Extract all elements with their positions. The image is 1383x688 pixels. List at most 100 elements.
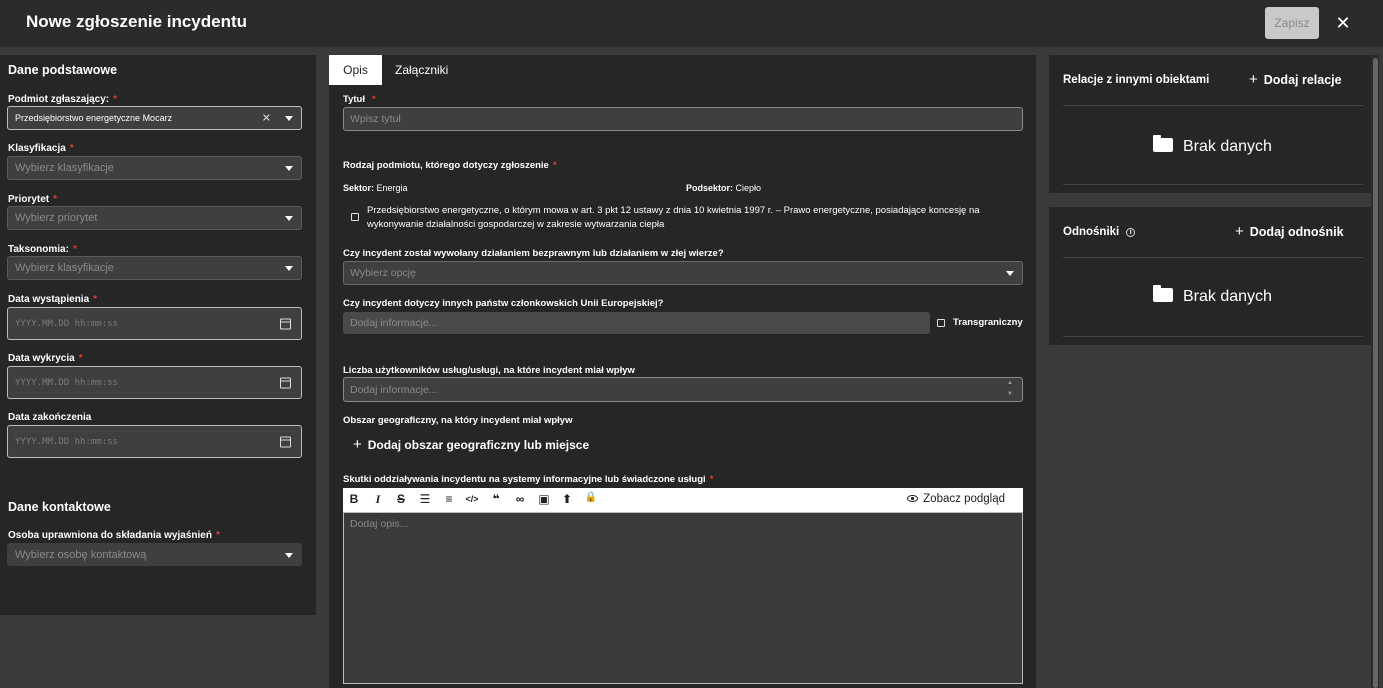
eu-label: Czy incydent dotyczy innych państw człon… [343,298,664,309]
sector-text: Sektor: Energia [343,183,408,193]
add-link-button[interactable]: + Dodaj odnośnik [1235,223,1344,240]
users-placeholder: Dodaj informacje... [350,383,438,396]
folder-open-icon [1153,285,1173,302]
unlawful-placeholder: Wybierz opcję [350,267,416,279]
plus-icon: + [353,436,362,453]
basic-data-title: Dane podstawowe [8,63,118,77]
ended-date-label: Data zakończenia [8,412,92,423]
reporter-select[interactable]: Przedsiębiorstwo energetyczne Mocarz ✕ [7,106,302,130]
chevron-down-icon [285,166,293,171]
title-input[interactable]: Wpisz tytuł [343,107,1023,131]
priority-placeholder: Wybierz priorytet [15,212,98,224]
divider [1063,105,1363,106]
contact-data-title: Dane kontaktowe [8,500,111,514]
chevron-down-icon [1006,271,1014,276]
spinner-up-icon[interactable]: ▲ [1007,380,1013,386]
taxonomy-select[interactable]: Wybierz klasyfikacje [7,256,302,280]
description-editor[interactable]: Dodaj opis... [343,512,1023,684]
users-label: Liczba użytkowników usług/usługi, na któ… [343,365,635,376]
occurred-date-label: Data wystąpienia * [8,294,98,305]
crossborder-label: Transgraniczny [953,317,1023,328]
eu-placeholder: Dodaj informacje... [350,317,438,329]
entity-type-label: Rodzaj podmiotu, którego dotyczy zgłosze… [343,160,557,171]
link-icon[interactable]: ∞ [513,492,527,506]
detected-date-input[interactable]: YYYY.MM.DD hh:mm:ss [7,366,302,399]
relations-title: Relacje z innymi obiektami [1063,74,1210,86]
divider [1063,184,1363,185]
chevron-down-icon [285,216,293,221]
info-icon[interactable]: i [1126,228,1136,237]
add-geo-button[interactable]: + Dodaj obszar geograficzny lub miejsce [353,436,589,453]
geo-label: Obszar geograficzny, na który incydent m… [343,415,573,426]
date-placeholder: YYYY.MM.DD hh:mm:ss [15,436,118,447]
impact-label: Skutki oddziaływania incydentu na system… [343,474,714,485]
detected-date-label: Data wykrycia * [8,353,83,364]
calendar-icon[interactable] [280,436,291,447]
quote-icon[interactable]: ❝ [489,492,503,506]
crossborder-checkbox[interactable] [937,319,945,327]
page-title: Nowe zgłoszenie incydentu [26,12,248,31]
relations-no-data: Brak danych [1153,135,1272,156]
code-icon[interactable]: </> [465,494,479,504]
contact-select[interactable]: Wybierz osobę kontaktową [7,543,302,566]
reporter-value: Przedsiębiorstwo energetyczne Mocarz [15,113,173,123]
date-placeholder: YYYY.MM.DD hh:mm:ss [15,377,118,388]
eye-icon [907,495,919,503]
taxonomy-placeholder: Wybierz klasyfikacje [15,262,114,274]
links-no-data: Brak danych [1153,285,1272,306]
bold-icon[interactable]: B [347,492,361,506]
classification-placeholder: Wybierz klasyfikacje [15,162,114,174]
divider [1063,257,1363,258]
lock-icon[interactable]: 🔒 [584,492,598,503]
eu-input[interactable]: Dodaj informacje... [343,312,930,334]
folder-open-icon [1153,135,1173,152]
add-relation-button[interactable]: + Dodaj relacje [1249,71,1342,88]
chevron-down-icon [285,116,293,121]
unlawful-label: Czy incydent został wywołany działaniem … [343,248,724,259]
priority-label: Priorytet * [8,194,58,205]
links-card: Odnośniki i + Dodaj odnośnik Brak danych [1049,207,1371,345]
tab-opis[interactable]: Opis [329,55,382,85]
calendar-icon[interactable] [280,318,291,329]
bullet-list-icon[interactable]: ☰ [418,492,432,506]
entity-checkbox-text: Przedsiębiorstwo energetyczne, o którym … [367,205,980,230]
links-title: Odnośniki i [1063,226,1136,238]
preview-button[interactable]: Zobacz podgląd [907,493,1005,505]
unlawful-select[interactable]: Wybierz opcję [343,261,1023,285]
title-label: Tytuł * [343,94,376,105]
entity-checkbox[interactable] [351,213,359,221]
close-icon[interactable]: ✕ [1334,12,1352,34]
description-placeholder: Dodaj opis... [350,518,409,530]
classification-label: Klasyfikacja * [8,143,74,154]
strikethrough-icon[interactable]: S [394,492,408,506]
save-button[interactable]: Zapisz [1265,7,1319,39]
subsector-text: Podsektor: Ciepło [686,183,762,193]
relations-card: Relacje z innymi obiektami + Dodaj relacj… [1049,55,1371,193]
priority-select[interactable]: Wybierz priorytet [7,206,302,230]
contact-label: Osoba uprawniona do składania wyjaśnień * [8,530,220,541]
title-placeholder: Wpisz tytuł [350,113,401,125]
spinner-down-icon[interactable]: ▼ [1007,391,1013,397]
taxonomy-label: Taksonomia: * [8,244,77,255]
contact-placeholder: Wybierz osobę kontaktową [15,548,147,561]
plus-icon: + [1249,71,1258,88]
classification-select[interactable]: Wybierz klasyfikacje [7,156,302,180]
users-number-input[interactable]: Dodaj informacje... ▲ ▼ [343,377,1023,402]
chevron-down-icon [285,266,293,271]
occurred-date-input[interactable]: YYYY.MM.DD hh:mm:ss [7,307,302,340]
editor-toolbar: B I S ☰ ≡ </> ❝ ∞ ▣ ⬆ 🔒 Zobacz podgląd [343,488,1023,512]
file-upload-icon[interactable]: ⬆ [560,492,574,506]
numbered-list-icon[interactable]: ≡ [442,492,456,506]
ended-date-input[interactable]: YYYY.MM.DD hh:mm:ss [7,425,302,458]
plus-icon: + [1235,223,1244,240]
reporter-label: Podmiot zgłaszający: * [8,94,118,105]
tab-zalaczniki[interactable]: Załączniki [395,55,448,85]
image-icon[interactable]: ▣ [537,492,551,506]
scrollbar-thumb[interactable] [1373,58,1378,688]
calendar-icon[interactable] [280,377,291,388]
chevron-down-icon [285,552,293,558]
italic-icon[interactable]: I [371,492,385,507]
divider [1063,336,1363,337]
date-placeholder: YYYY.MM.DD hh:mm:ss [15,318,118,329]
clear-icon[interactable]: ✕ [262,112,271,125]
